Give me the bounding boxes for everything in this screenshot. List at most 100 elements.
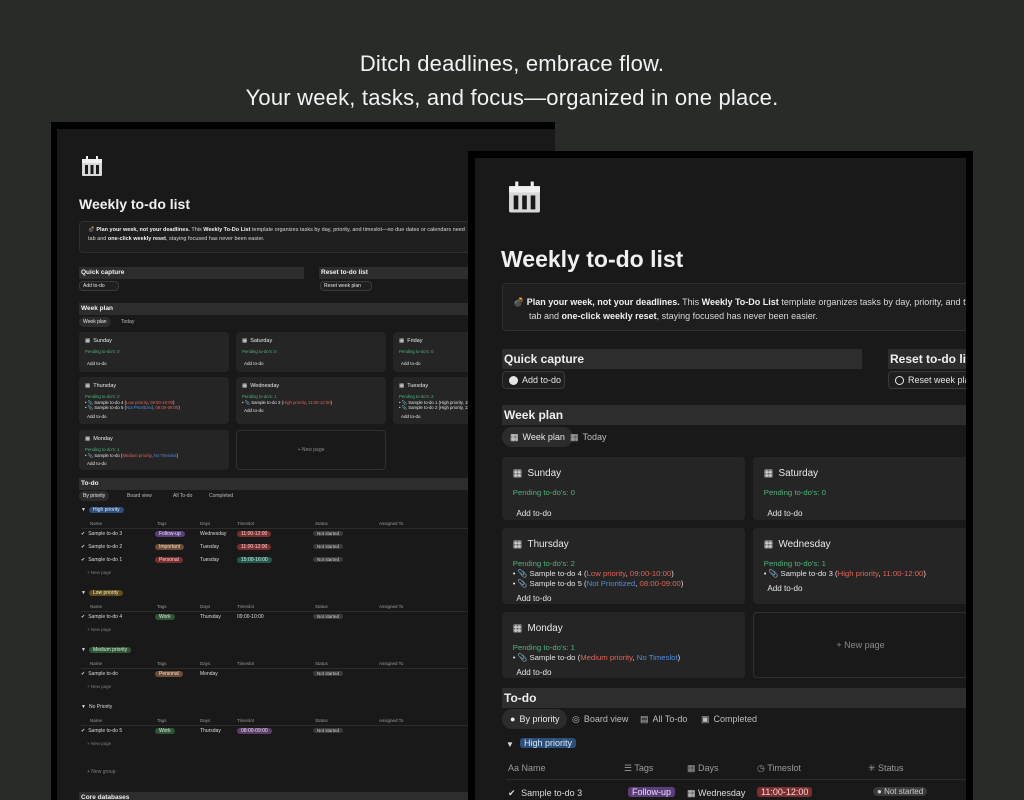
reset-week-plan-button[interactable]: Reset week plan	[888, 371, 966, 389]
row-day: Monday	[200, 671, 218, 677]
paren: )	[923, 569, 926, 579]
day-title[interactable]: ▦ Sunday	[513, 468, 561, 479]
new-page-card[interactable]: + New page	[753, 612, 966, 678]
new-page-row[interactable]: + New page	[87, 627, 111, 632]
day-title[interactable]: ▦ Monday	[513, 623, 563, 634]
add-todo-button[interactable]: Add to-do	[87, 361, 107, 366]
slot-pill: 11:00-12:00	[237, 531, 272, 537]
add-todo-button[interactable]: Add to-do	[516, 668, 551, 677]
add-todo-button[interactable]: Add to-do	[502, 371, 565, 389]
add-todo-button[interactable]: Add to-do	[767, 509, 802, 518]
tab-board-view[interactable]: Board view	[127, 491, 152, 501]
row-tag: Work	[155, 614, 175, 620]
tab-week-plan[interactable]: Week plan	[79, 317, 111, 327]
day-title[interactable]: ▦ Wednesday	[242, 383, 279, 389]
tab-today[interactable]: Today	[121, 317, 134, 327]
group-toggle[interactable]: ▼	[81, 590, 86, 596]
week-plan-header: Week plan	[502, 405, 966, 425]
col-header: Status	[315, 521, 328, 526]
day-title[interactable]: ▦ Saturday	[764, 468, 818, 479]
group-label[interactable]: ▼ No Priority	[81, 704, 112, 710]
page-icon: 📎	[768, 569, 781, 579]
tab-all-todo-label: All To-do	[652, 714, 688, 724]
day-title[interactable]: ▦ Sunday	[85, 338, 112, 344]
day-card-sunday: ▦ Sunday Pending to-do's: 0 Add to-do	[79, 332, 229, 372]
tab-board-view[interactable]: ◎ Board view	[572, 709, 628, 729]
item-priority: Low priority	[586, 569, 626, 579]
tab-completed-label: Completed	[209, 493, 234, 499]
add-todo-button[interactable]: Add to-do	[767, 584, 802, 593]
col-header: Assigned To	[379, 521, 404, 526]
todo-item[interactable]: • 📎 Sample to-do 3 (High priority, 11:00…	[242, 400, 332, 406]
day-title[interactable]: ▦ Saturday	[242, 338, 272, 344]
new-page-row[interactable]: + New page	[87, 570, 111, 575]
tab-by-priority[interactable]: By priority	[79, 491, 110, 501]
tag-pill: Personal	[155, 671, 183, 677]
group-toggle[interactable]: ▼	[81, 647, 86, 653]
table-row[interactable]: ✔ Sample to-do 5	[81, 728, 122, 734]
tab-today[interactable]: ▦ Today	[570, 427, 607, 447]
tab-completed[interactable]: Completed	[209, 491, 233, 501]
todo-item[interactable]: • 📎 Sample to-do 5 (Not Prioritized, 08:…	[85, 405, 180, 411]
tab-week-plan[interactable]: ▦ Week plan	[502, 427, 573, 447]
page-icon: 📎	[517, 569, 530, 579]
add-todo-button[interactable]: Add to-do	[87, 461, 107, 466]
todo-item[interactable]: • 📎 Sample to-do 4 (Low priority, 09:00-…	[513, 569, 674, 578]
table-row[interactable]: ✔ Sample to-do	[81, 671, 118, 677]
add-todo-button[interactable]: Add to-do	[516, 594, 551, 603]
day-title[interactable]: ▦ Thursday	[513, 539, 569, 550]
add-todo-label: Add to-do	[83, 283, 105, 289]
tab-by-priority[interactable]: ● By priority	[502, 709, 568, 729]
tab-today-label: Today	[582, 432, 607, 442]
group-label[interactable]: ▼ Medium priority	[81, 647, 132, 653]
row-slot: 11:00-12:00	[757, 787, 813, 797]
day-card-monday: ▦ Monday Pending to-do's: 1 • 📎 Sample to-d…	[502, 612, 745, 678]
table-row[interactable]: ✔ Sample to-do 4	[81, 614, 122, 620]
group-label[interactable]: ▼ High priority	[81, 507, 124, 513]
pending-count: Pending to-do's: 0	[399, 349, 434, 354]
tab-all-todo[interactable]: ▤ All To-do	[640, 709, 687, 729]
tab-all-todo[interactable]: All To-do	[173, 491, 192, 501]
callout-bold-1: Plan your week, not your deadlines.	[526, 297, 680, 307]
day-title[interactable]: ▦ Thursday	[85, 383, 116, 389]
new-page-card[interactable]: + New page	[236, 430, 386, 470]
todo-item[interactable]: • 📎 Sample to-do 5 (Not Prioritized, 08:…	[513, 579, 684, 588]
new-group-button[interactable]: + New group	[87, 769, 116, 775]
reset-week-plan-button[interactable]: Reset week plan	[320, 281, 372, 291]
add-todo-button[interactable]: Add to-do	[516, 509, 551, 518]
calendar-icon: ▦	[512, 622, 523, 634]
add-todo-button[interactable]: Add to-do	[401, 414, 421, 419]
add-todo-button[interactable]: Add to-do	[244, 361, 264, 366]
col-header: Timeslot	[237, 604, 254, 609]
new-page-row[interactable]: + New page	[87, 684, 111, 689]
table-row[interactable]: ✔ Sample to-do 2	[81, 544, 122, 550]
paren: )	[176, 453, 179, 458]
col-header: Timeslot	[237, 661, 254, 666]
table-row[interactable]: ✔ Sample to-do 1	[81, 557, 122, 563]
day-title[interactable]: ▦ Monday	[85, 436, 113, 442]
status-pill: Not started	[313, 557, 344, 562]
todo-item[interactable]: • 📎 Sample to-do (Medium priority, No Ti…	[85, 453, 178, 459]
add-todo-button[interactable]: Add to-do	[79, 281, 119, 291]
check-circle-icon: ✔	[81, 671, 86, 677]
table-row[interactable]: ✔ Sample to-do 3	[81, 531, 122, 537]
row-status: Not started	[313, 557, 344, 562]
group-label[interactable]: ▼ Low priority	[81, 590, 123, 596]
table-row[interactable]: ✔ Sample to-do 3	[508, 788, 582, 799]
day-title[interactable]: ▦ Tuesday	[399, 383, 428, 389]
todo-item[interactable]: • 📎 Sample to-do (Medium priority, No Ti…	[513, 653, 680, 662]
todo-item[interactable]: • 📎 Sample to-do 3 (High priority, 11:00…	[764, 569, 926, 578]
group-toggle[interactable]: ▼	[81, 507, 86, 513]
item-priority: Not Prioritized	[126, 405, 153, 411]
add-todo-button[interactable]: Add to-do	[401, 361, 421, 366]
group-pill: No Priority	[88, 704, 113, 710]
new-page-row[interactable]: + New page	[87, 741, 111, 746]
day-title[interactable]: ▦ Wednesday	[764, 539, 831, 550]
group-toggle[interactable]: ▼	[506, 740, 514, 749]
add-todo-button[interactable]: Add to-do	[244, 408, 264, 413]
day-title[interactable]: ▦ Friday	[399, 338, 422, 344]
add-todo-button[interactable]: Add to-do	[87, 414, 107, 419]
group-toggle[interactable]: ▼	[81, 704, 86, 710]
row-tag: Follow-up	[628, 787, 676, 797]
tab-completed[interactable]: ▣ Completed	[701, 709, 757, 729]
